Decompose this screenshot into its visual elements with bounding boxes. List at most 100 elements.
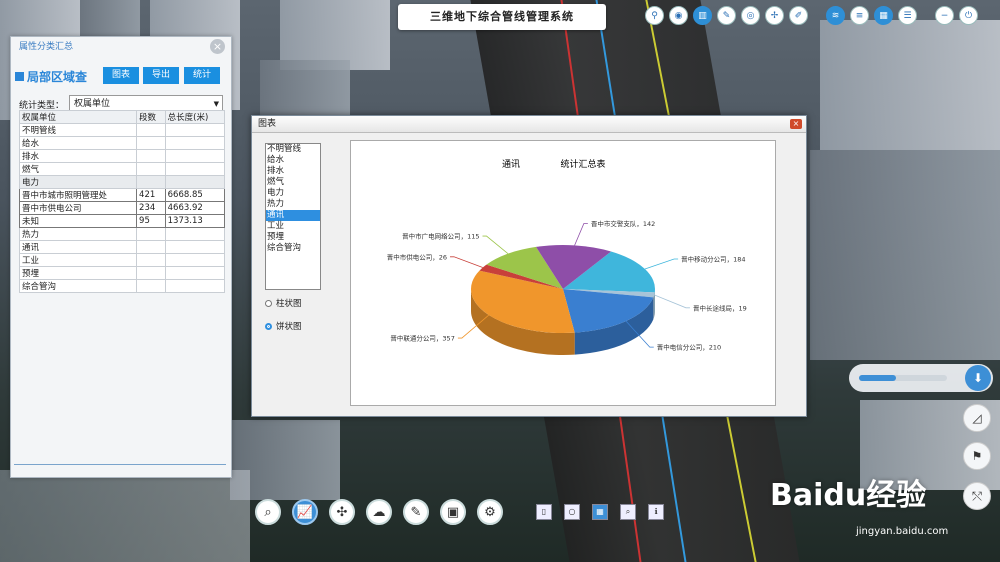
radio-bar-label: 柱状图 [276,299,302,309]
pie-data-label: 晋中市供电公司，26 [387,252,447,261]
list-item[interactable]: 燃气 [266,177,320,188]
table-cell-name: 电力 [18,175,138,189]
export-button[interactable]: 导出 [143,67,179,84]
panel-footer-line [14,464,226,465]
list-item[interactable]: 综合管沟 [266,243,320,254]
table-cell-name: 热力 [18,227,138,241]
table-cell-length: 1373.13 [164,214,226,228]
search-icon[interactable]: ⌕ [255,499,281,525]
info-icon[interactable]: ℹ [648,504,664,520]
measure-icon[interactable]: ✢ [765,6,784,25]
table-row[interactable]: 预埋 [18,266,226,280]
upload-icon[interactable]: ☁ [366,499,392,525]
minimize-icon[interactable]: − [935,6,954,25]
split-icon[interactable]: ▯ [536,504,552,520]
table-row[interactable]: 燃气 [18,162,226,176]
list-item[interactable]: 电力 [266,188,320,199]
top-toolbar: ⚲ ◉ ▥ ✎ ◎ ✢ ✐ ≋ ≡ ▦ ☰ − ⏻ [645,6,978,25]
table-header-row: 权属单位 段数 总长度(米) [18,110,226,124]
chart-button[interactable]: 图表 [103,67,139,84]
table-cell-count [136,227,166,241]
dialog-close-button[interactable]: × [790,119,802,129]
bottom-toolbar: ⌕ 📈 ✣ ☁ ✎ ▣ ⚙ ▯ ○ ▦ ⌕ ℹ [255,499,676,525]
table-icon[interactable]: ▦ [592,504,608,520]
measure-icon[interactable]: ◿ [963,404,991,432]
pencil-icon[interactable]: ✎ [403,499,429,525]
analysis-icon[interactable]: 📈 [292,499,318,525]
category-listbox[interactable]: 不明管线 给水 排水 燃气 电力 热力 通讯 工业 预埋 综合管沟 [265,143,321,290]
network-icon[interactable]: ✣ [329,499,355,525]
column-header: 权属单位 [18,110,138,124]
table-cell-length [164,253,226,267]
table-row[interactable]: 排水 [18,149,226,163]
chart-subtitle: 统计汇总表 [560,158,605,170]
pie-leader-line [644,258,679,270]
table-row[interactable]: 晋中市供电公司 234 4663.92 [18,201,226,215]
pin-icon[interactable]: ⚲ [645,6,664,25]
stat-type-select[interactable]: 权属单位 ▼ [69,95,223,111]
list-item[interactable]: 不明管线 [266,144,320,155]
close-icon: × [212,40,223,53]
target-icon[interactable]: ◎ [741,6,760,25]
list-item[interactable]: 通讯 [266,210,320,221]
pie-data-label: 晋中长途线局，19 [693,303,747,312]
image-icon[interactable]: ▣ [440,499,466,525]
list-icon[interactable]: ≡ [850,6,869,25]
table-row[interactable]: 综合管沟 [18,279,226,293]
close-icon[interactable]: ⏻ [959,6,978,25]
table-cell-count [136,279,166,293]
column-header: 总长度(米) [164,110,226,124]
table-row[interactable]: 通讯 [18,240,226,254]
table-cell-count: 234 [136,201,166,215]
table-cell-count: 421 [136,188,166,202]
circle-icon[interactable]: ○ [564,504,580,520]
zoom-control: ⬇ [849,364,993,392]
table-cell-count [136,266,166,280]
panel-header: 局部区域查 图表 导出 统计 [11,65,231,89]
location-icon[interactable]: ⬇ [965,365,991,391]
building [810,150,1000,360]
pie-data-label: 晋中电信分公司，210 [657,343,721,352]
table-cell-name: 不明管线 [18,123,138,137]
panel-close-button[interactable]: × [210,39,225,54]
table-cell-length: 6668.85 [164,188,226,202]
zoom-icon[interactable]: ⌕ [620,504,636,520]
zoom-slider-fill [859,375,896,381]
flag-icon[interactable]: ⚑ [963,442,991,470]
radio-selected-icon [265,322,272,330]
zoom-slider[interactable] [859,375,947,381]
panel-heading-label: 局部区域查 [27,70,88,84]
square-icon [15,72,24,81]
table-row[interactable]: 热力 [18,227,226,241]
compass-icon[interactable]: ✎ [717,6,736,25]
stats-button[interactable]: 统计 [184,67,220,84]
table-cell-length [164,279,226,293]
table-cell-name: 未知 [18,214,138,228]
pie-leader-line [482,235,509,255]
table-row[interactable]: 工业 [18,253,226,267]
layers-icon[interactable]: ≋ [826,6,845,25]
table-row[interactable]: 给水 [18,136,226,150]
list-item[interactable]: 工业 [266,221,320,232]
edit-icon[interactable]: ✐ [789,6,808,25]
radio-bar-chart[interactable]: 柱状图 [265,297,302,309]
table-row[interactable]: 电力 [18,175,226,189]
route-icon[interactable]: ⤲ [963,482,991,510]
column-header: 段数 [136,110,166,124]
table-row[interactable]: 不明管线 [18,123,226,137]
grid-icon[interactable]: ▦ [874,6,893,25]
table-cell-name: 晋中市城市照明管理处 [18,188,138,202]
table-cell-count: 95 [136,214,166,228]
settings-icon[interactable]: ⚙ [477,499,503,525]
radio-pie-chart[interactable]: 饼状图 [265,320,302,332]
stats-table: 权属单位 段数 总长度(米) 不明管线 给水 排水 燃气 电力 晋中市城市照明管理处 421 666… [18,110,226,293]
menu-icon[interactable]: ☰ [898,6,917,25]
chart-icon[interactable]: ▥ [693,6,712,25]
list-item[interactable]: 排水 [266,166,320,177]
list-item[interactable]: 给水 [266,155,320,166]
marker-icon[interactable]: ◉ [669,6,688,25]
table-row[interactable]: 晋中市城市照明管理处 421 6668.85 [18,188,226,202]
table-row[interactable]: 未知 95 1373.13 [18,214,226,228]
list-item[interactable]: 热力 [266,199,320,210]
list-item[interactable]: 预埋 [266,232,320,243]
